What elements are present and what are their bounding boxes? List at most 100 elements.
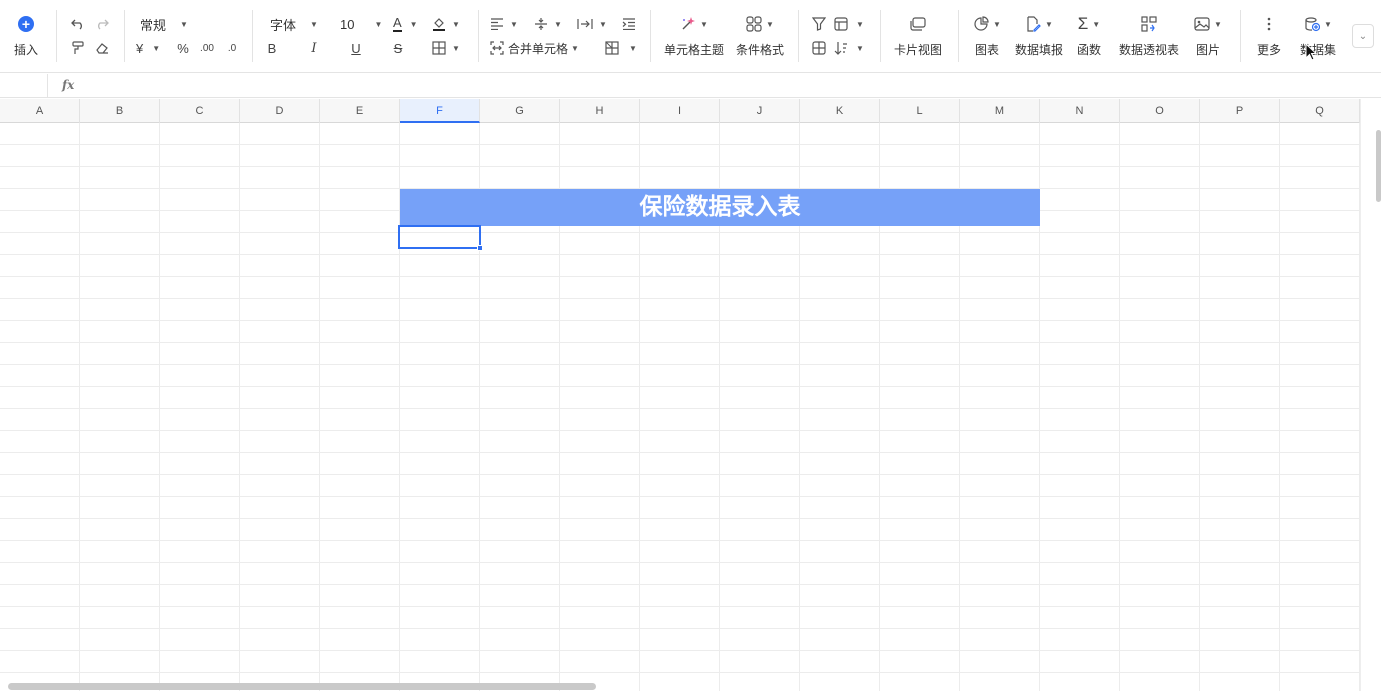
currency-format-button[interactable]: ¥ ▼ xyxy=(136,38,160,58)
font-family-select[interactable]: 字体 ▼ xyxy=(270,14,318,34)
collapse-toolbar-button[interactable]: ⌄ xyxy=(1352,24,1374,48)
column-header-f[interactable]: F xyxy=(400,99,480,123)
conditional-format-label: 条件格式 xyxy=(736,43,785,57)
bold-button[interactable]: B xyxy=(265,38,279,58)
merge-cells-button[interactable]: 合并单元格 ▼ xyxy=(490,38,579,58)
border-button[interactable]: ▼ xyxy=(432,38,460,58)
grid-column-line xyxy=(1119,123,1120,691)
italic-button[interactable]: I xyxy=(307,38,321,58)
more-button[interactable]: 更多 xyxy=(1257,10,1281,58)
percent-format-button[interactable]: % xyxy=(175,38,191,58)
column-header-e[interactable]: E xyxy=(320,99,400,123)
column-header-o[interactable]: O xyxy=(1120,99,1200,123)
cell-area[interactable]: 保险数据录入表 xyxy=(0,123,1360,691)
column-header-m[interactable]: M xyxy=(960,99,1040,123)
grid-row-line xyxy=(0,386,1360,387)
number-format-select[interactable]: 常规 ▼ xyxy=(140,14,188,34)
grid-row-line xyxy=(0,320,1360,321)
undo-button[interactable] xyxy=(68,14,88,34)
underline-button[interactable]: U xyxy=(349,38,363,58)
decrease-decimal-button[interactable]: .0 xyxy=(223,38,241,58)
font-size-select[interactable]: 10 ▼ xyxy=(340,14,382,34)
fill-handle[interactable] xyxy=(477,245,483,251)
more-vertical-icon xyxy=(1267,17,1271,31)
chart-label: 图表 xyxy=(974,43,999,57)
fx-icon: fx xyxy=(62,78,75,92)
name-box[interactable] xyxy=(0,74,48,98)
chevron-down-icon: ▼ xyxy=(374,19,383,29)
text-wrap-button[interactable]: ▼ xyxy=(577,14,607,34)
column-header-j[interactable]: J xyxy=(720,99,800,123)
column-header-b[interactable]: B xyxy=(80,99,160,123)
cell-style-button[interactable]: ▼ xyxy=(605,38,637,58)
column-header-h[interactable]: H xyxy=(560,99,640,123)
formula-bar: fx xyxy=(0,74,1381,98)
dataset-add-icon xyxy=(1305,17,1321,32)
image-label: 图片 xyxy=(1195,43,1220,57)
grid-row-line xyxy=(0,606,1360,607)
cell-theme-button[interactable]: ▼ 单元格主题 xyxy=(664,10,724,58)
increase-decimal-button[interactable]: .00 xyxy=(198,38,216,58)
chevron-down-icon: ▼ xyxy=(510,19,518,29)
conditional-format-button[interactable]: ▼ 条件格式 xyxy=(736,10,784,58)
card-view-button[interactable]: 卡片视图 xyxy=(894,10,942,58)
filter-icon xyxy=(812,17,826,31)
conditional-format-icon xyxy=(746,16,762,32)
chart-button[interactable]: ▼ 图表 xyxy=(973,10,1001,58)
vertical-align-button[interactable]: ▼ xyxy=(534,14,562,34)
horizontal-scrollbar[interactable] xyxy=(8,683,596,690)
formula-input[interactable] xyxy=(90,74,1360,98)
sort-button[interactable]: ▼ xyxy=(834,38,864,58)
grid-row-line xyxy=(0,342,1360,343)
data-fill-label: 数据填报 xyxy=(1015,43,1064,57)
horizontal-align-button[interactable]: ▼ xyxy=(490,14,518,34)
grid-row-line xyxy=(0,474,1360,475)
chevron-down-icon: ▼ xyxy=(856,43,864,53)
active-cell-selection[interactable] xyxy=(398,225,481,249)
clear-format-button[interactable] xyxy=(92,38,112,58)
chevron-down-icon: ▼ xyxy=(152,43,161,53)
eraser-icon xyxy=(96,43,108,54)
chevron-down-icon: ▼ xyxy=(599,19,607,29)
strikethrough-button[interactable]: S xyxy=(391,38,405,58)
insert-button[interactable]: + 插入 xyxy=(14,10,38,58)
function-button[interactable]: Σ ▼ 函数 xyxy=(1077,10,1101,58)
merge-cells-label: 合并单元格 xyxy=(508,41,569,56)
column-header-c[interactable]: C xyxy=(160,99,240,123)
pivot-table-button[interactable]: 数据透视表 xyxy=(1119,10,1179,58)
grid-row-line xyxy=(0,452,1360,453)
data-fill-button[interactable]: ▼ 数据填报 xyxy=(1015,10,1063,58)
decrease-decimal-icon: .0 xyxy=(227,42,237,54)
image-button[interactable]: ▼ 图片 xyxy=(1194,10,1222,58)
column-header-q[interactable]: Q xyxy=(1280,99,1360,123)
column-header-l[interactable]: L xyxy=(880,99,960,123)
freeze-button[interactable] xyxy=(810,38,828,58)
chevron-down-icon: ▼ xyxy=(629,43,637,53)
grid-column-line xyxy=(239,123,240,691)
column-header-d[interactable]: D xyxy=(240,99,320,123)
sheet-grid[interactable]: ABCDEFGHIJKLMNOPQ 保险数据录入表 xyxy=(0,99,1360,691)
vertical-scrollbar[interactable] xyxy=(1376,130,1381,202)
sheet-title-cell[interactable]: 保险数据录入表 xyxy=(400,189,1040,226)
font-color-button[interactable]: A ▼ xyxy=(393,14,418,34)
filter-button[interactable] xyxy=(810,14,828,34)
column-header-k[interactable]: K xyxy=(800,99,880,123)
toolbar-divider xyxy=(1240,10,1241,62)
font-color-icon: A xyxy=(393,15,402,32)
fill-color-button[interactable]: ▼ xyxy=(432,14,460,34)
strikethrough-icon: S xyxy=(393,40,403,56)
table-format-button[interactable]: ▼ xyxy=(834,14,864,34)
undo-icon xyxy=(71,19,82,30)
toolbar: + 插入 常规 ▼ ¥ ▼ % .00 .0 字体 ▼ 10 ▼ A ▼ ▼ B… xyxy=(0,0,1381,73)
redo-button[interactable] xyxy=(92,14,112,34)
column-header-g[interactable]: G xyxy=(480,99,560,123)
column-header-i[interactable]: I xyxy=(640,99,720,123)
card-view-label: 卡片视图 xyxy=(894,43,943,57)
table-format-icon xyxy=(834,17,848,31)
grid-row-line xyxy=(0,254,1360,255)
column-header-p[interactable]: P xyxy=(1200,99,1280,123)
column-header-n[interactable]: N xyxy=(1040,99,1120,123)
indent-button[interactable] xyxy=(621,14,637,34)
format-painter-button[interactable] xyxy=(68,38,88,58)
column-header-a[interactable]: A xyxy=(0,99,80,123)
